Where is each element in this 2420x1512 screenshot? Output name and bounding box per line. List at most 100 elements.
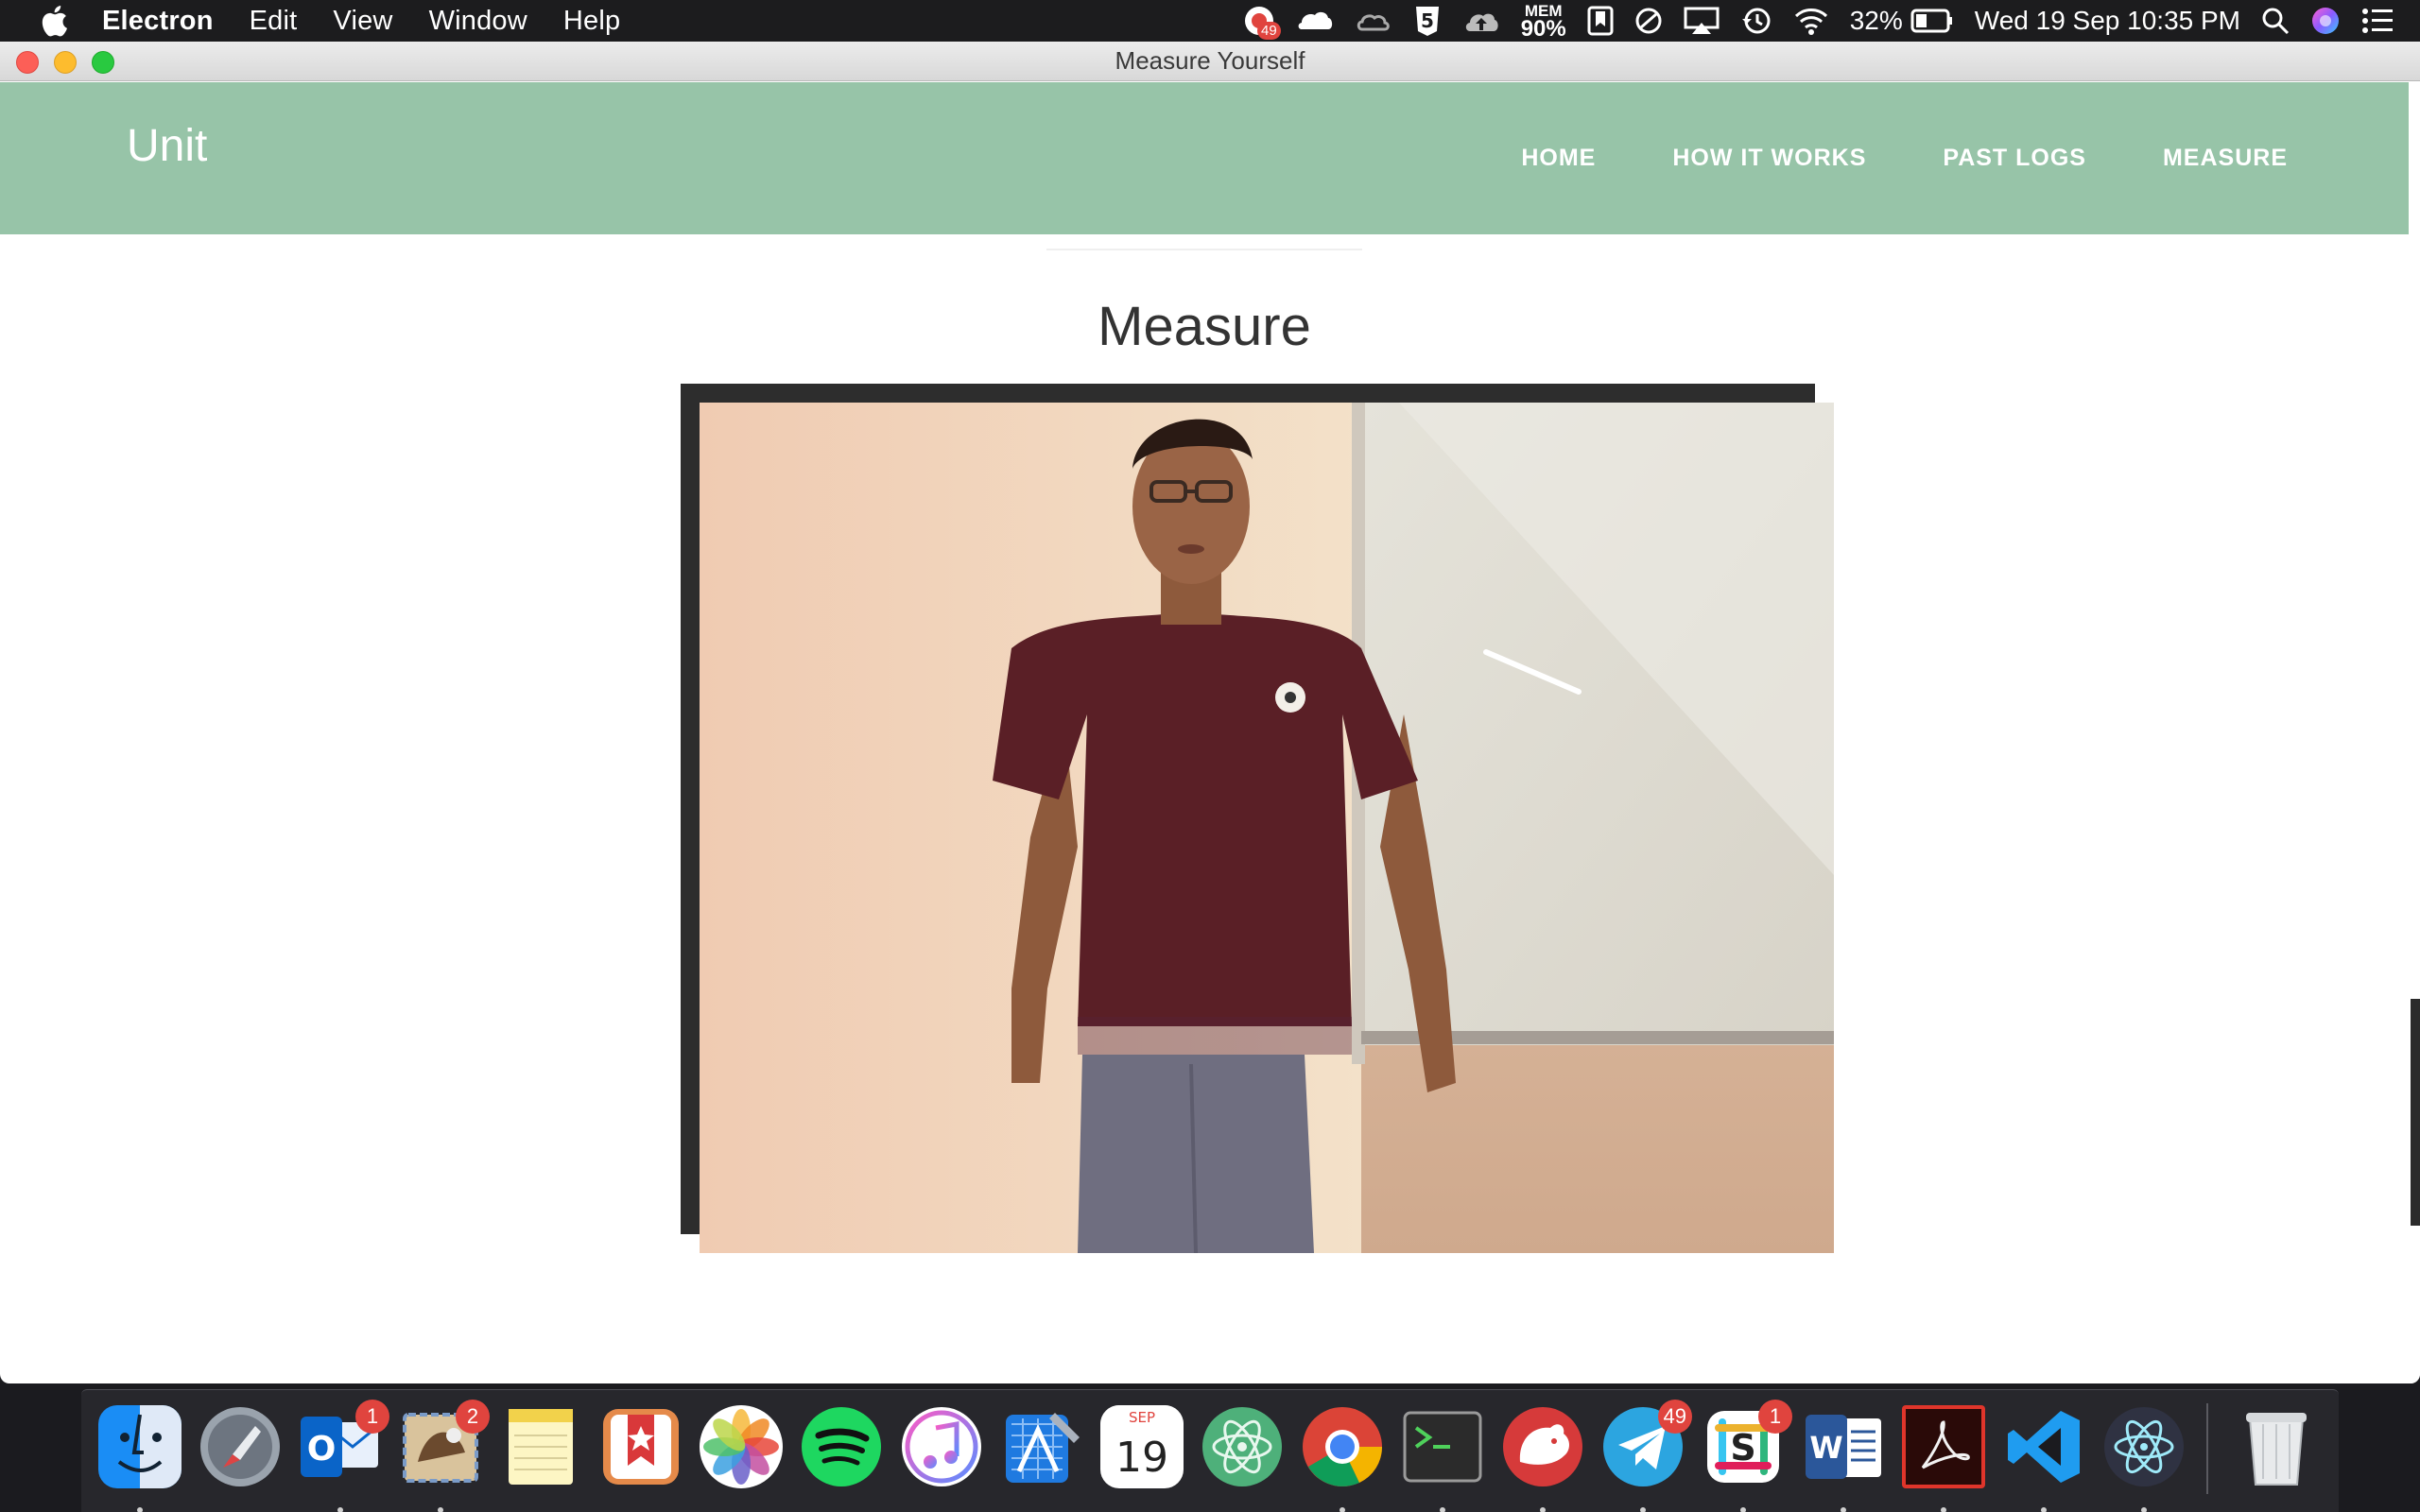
- maximize-window-button[interactable]: [92, 51, 114, 74]
- wifi-icon[interactable]: [1793, 0, 1829, 42]
- running-indicator: [438, 1507, 443, 1512]
- running-indicator: [137, 1507, 143, 1512]
- battery-percent: 32%: [1849, 6, 1903, 35]
- spotlight-search-icon[interactable]: [2261, 0, 2290, 42]
- window-controls: [16, 51, 130, 74]
- dock: O 1 2 SEP 19 49 S 1 W: [81, 1389, 2339, 1512]
- chrome-icon: [1301, 1405, 1384, 1488]
- atom-icon: [1201, 1405, 1284, 1488]
- dock-vscode[interactable]: [2002, 1405, 2085, 1512]
- running-indicator: [1841, 1507, 1846, 1512]
- app-window: Measure Yourself Unit HOME HOW IT WORKS …: [0, 42, 2420, 1383]
- notes-icon: [499, 1405, 582, 1488]
- photos-icon: [700, 1405, 783, 1488]
- main-nav: HOME HOW IT WORKS PAST LOGS MEASURE: [1444, 82, 2288, 234]
- status-area: 49 5 MEM 90% 32% Wed 19 Sep 10:35 PM: [1243, 0, 2420, 42]
- do-not-disturb-icon[interactable]: [1634, 0, 1663, 42]
- dock-notes[interactable]: [499, 1405, 582, 1488]
- running-indicator: [1941, 1507, 1946, 1512]
- svg-text:S: S: [1730, 1427, 1755, 1469]
- dock-wunderlist[interactable]: [599, 1405, 683, 1488]
- time-machine-icon[interactable]: [1740, 0, 1772, 42]
- siri-icon[interactable]: [2310, 0, 2341, 42]
- memory-monitor[interactable]: MEM 90%: [1521, 0, 1566, 42]
- dock-xcode[interactable]: [1000, 1405, 1083, 1488]
- launchpad-icon: [199, 1405, 282, 1488]
- nav-home[interactable]: HOME: [1521, 145, 1596, 172]
- finder-icon: [98, 1405, 182, 1488]
- bookmark-icon[interactable]: [1587, 0, 1614, 42]
- electron-icon: [2102, 1405, 2186, 1488]
- menu-help[interactable]: Help: [563, 6, 620, 37]
- running-indicator: [2041, 1507, 2047, 1512]
- vscode-icon: [2002, 1405, 2085, 1488]
- unread-badge: 1: [355, 1400, 389, 1434]
- brand-link[interactable]: Unit: [127, 120, 207, 172]
- airplay-icon[interactable]: [1684, 0, 1720, 42]
- unread-badge: 2: [456, 1400, 490, 1434]
- menu-view[interactable]: View: [333, 6, 392, 37]
- battery-icon[interactable]: [1910, 0, 1954, 42]
- menu-bar: Electron Edit View Window Help 49 5 MEM 9…: [0, 0, 2420, 42]
- calendar-month: SEP: [1129, 1409, 1155, 1426]
- dock-mail[interactable]: 2: [399, 1400, 490, 1512]
- running-indicator: [1640, 1507, 1646, 1512]
- unread-badge: 1: [1758, 1400, 1792, 1434]
- mem-value: 90%: [1520, 15, 1566, 42]
- running-indicator: [1740, 1507, 1746, 1512]
- notification-center-icon[interactable]: [2361, 0, 2394, 42]
- upload-cloud-icon[interactable]: [1462, 0, 1500, 42]
- creative-cloud-icon[interactable]: [1355, 0, 1392, 42]
- site-navbar: Unit HOME HOW IT WORKS PAST LOGS MEASURE: [0, 82, 2409, 234]
- cloud-hat-icon[interactable]: [1296, 0, 1334, 42]
- dock-word[interactable]: W: [1802, 1405, 1885, 1512]
- unread-badge: 49: [1657, 1400, 1692, 1434]
- svg-text:O: O: [307, 1430, 337, 1469]
- calendar-day: 19: [1115, 1434, 1168, 1482]
- dock-atom[interactable]: [1201, 1405, 1284, 1488]
- scrollbar-thumb[interactable]: [2411, 999, 2420, 1226]
- running-indicator: [1340, 1507, 1345, 1512]
- section-divider: [1046, 249, 1362, 250]
- running-indicator: [2141, 1507, 2147, 1512]
- wunderlist-icon: [599, 1405, 683, 1488]
- nav-past-logs[interactable]: PAST LOGS: [1943, 145, 2086, 172]
- dock-itunes[interactable]: [900, 1405, 983, 1488]
- bear-icon: [1501, 1405, 1584, 1488]
- window-titlebar[interactable]: Measure Yourself: [0, 42, 2420, 81]
- shield-s-icon[interactable]: 5: [1413, 0, 1442, 42]
- dock-acrobat[interactable]: [1902, 1405, 1985, 1512]
- dock-launchpad[interactable]: [199, 1405, 282, 1488]
- dock-telegram[interactable]: 49: [1601, 1400, 1692, 1512]
- dock-outlook[interactable]: O 1: [299, 1400, 389, 1512]
- word-icon: W: [1802, 1405, 1885, 1488]
- dock-finder[interactable]: [98, 1405, 182, 1512]
- dock-electron[interactable]: [2102, 1405, 2186, 1512]
- dock-trash[interactable]: [2235, 1405, 2318, 1488]
- menu-edit[interactable]: Edit: [250, 6, 298, 37]
- menu-app-name[interactable]: Electron: [102, 6, 214, 37]
- dock-bear[interactable]: [1501, 1405, 1584, 1512]
- calendar-icon: SEP 19: [1100, 1405, 1184, 1488]
- spotify-icon: [800, 1405, 883, 1488]
- dock-separator: [2206, 1403, 2208, 1494]
- nav-measure[interactable]: MEASURE: [2163, 145, 2288, 172]
- dock-calendar[interactable]: SEP 19: [1100, 1405, 1184, 1488]
- minimize-window-button[interactable]: [54, 51, 77, 74]
- nav-how-it-works[interactable]: HOW IT WORKS: [1672, 145, 1866, 172]
- notification-app-icon[interactable]: 49: [1243, 0, 1281, 42]
- close-window-button[interactable]: [16, 51, 39, 74]
- menu-window[interactable]: Window: [429, 6, 527, 37]
- dock-chrome[interactable]: [1301, 1405, 1384, 1512]
- camera-feed[interactable]: [700, 403, 1834, 1253]
- apple-menu-icon[interactable]: [38, 4, 70, 38]
- xcode-icon: [1000, 1405, 1083, 1488]
- dock-terminal[interactable]: [1401, 1405, 1484, 1512]
- dock-slack[interactable]: S 1: [1702, 1400, 1792, 1512]
- dock-photos[interactable]: [700, 1405, 783, 1488]
- acrobat-icon: [1902, 1405, 1985, 1488]
- running-indicator: [1440, 1507, 1445, 1512]
- date-time[interactable]: Wed 19 Sep 10:35 PM: [1975, 6, 2240, 36]
- running-indicator: [1540, 1507, 1546, 1512]
- dock-spotify[interactable]: [800, 1405, 883, 1488]
